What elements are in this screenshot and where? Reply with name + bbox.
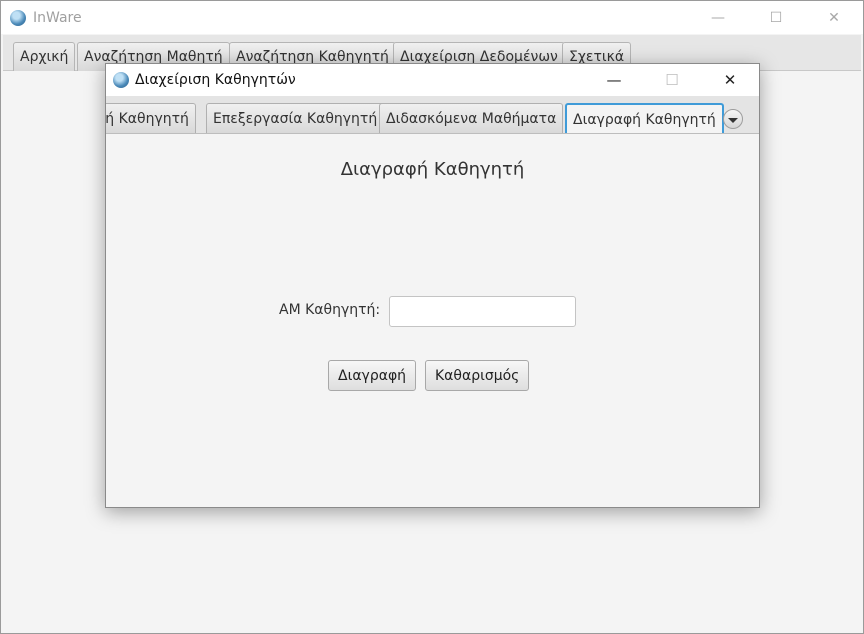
dialog-tab-bar: γή Καθηγητή Επεξεργασία Καθηγητή Διδασκό…: [106, 96, 759, 134]
main-window-title: InWare: [33, 9, 82, 26]
dialog-close-button[interactable]: ✕: [701, 64, 759, 96]
tab-taught-courses[interactable]: Διδασκόμενα Μαθήματα: [379, 103, 564, 133]
form-title: Διαγραφή Καθηγητή: [340, 159, 525, 180]
inware-logo-icon: [113, 72, 129, 88]
am-teacher-input[interactable]: [389, 296, 576, 327]
dialog-title: Διαχείριση Καθηγητών: [135, 72, 296, 88]
delete-button[interactable]: Διαγραφή: [328, 360, 417, 391]
tab-overflow-menu-button[interactable]: [723, 109, 743, 129]
main-window-controls: — ☐ ✕: [689, 1, 863, 34]
tab-home[interactable]: Αρχική: [13, 42, 76, 71]
main-titlebar: InWare — ☐ ✕: [1, 1, 863, 34]
chevron-down-icon: [728, 117, 738, 123]
delete-teacher-panel: Διαγραφή Καθηγητή ΑΜ Καθηγητή: Διαγραφή …: [106, 135, 759, 507]
tab-delete-teacher[interactable]: Διαγραφή Καθηγητή: [565, 103, 724, 133]
teacher-management-dialog: Διαχείριση Καθηγητών — ☐ ✕ γή Καθηγητή Ε…: [105, 63, 760, 508]
dialog-maximize-button[interactable]: ☐: [643, 64, 701, 96]
minimize-button[interactable]: —: [689, 1, 747, 34]
tab-edit-teacher[interactable]: Επεξεργασία Καθηγητή: [206, 103, 385, 133]
inware-logo-icon: [10, 9, 26, 26]
dialog-titlebar: Διαχείριση Καθηγητών — ☐ ✕: [106, 64, 759, 96]
tab-add-teacher[interactable]: γή Καθηγητή: [106, 103, 196, 133]
dialog-minimize-button[interactable]: —: [585, 64, 643, 96]
maximize-button[interactable]: ☐: [747, 1, 805, 34]
clear-button[interactable]: Καθαρισμός: [425, 360, 530, 391]
am-teacher-label: ΑΜ Καθηγητή:: [279, 302, 381, 318]
dialog-window-controls: — ☐ ✕: [585, 64, 759, 96]
close-button[interactable]: ✕: [805, 1, 863, 34]
